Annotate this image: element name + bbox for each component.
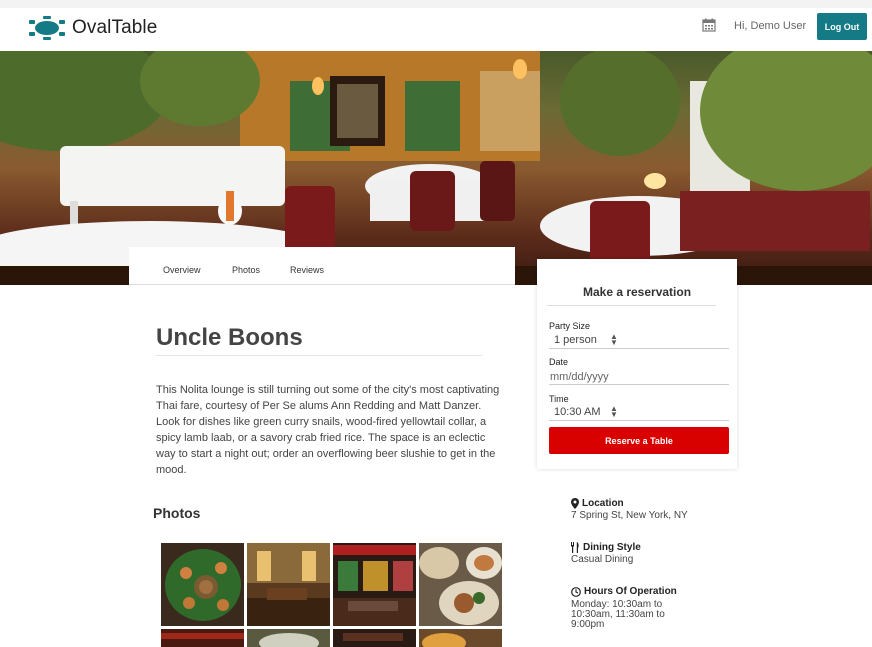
tab-photos[interactable]: Photos — [232, 265, 260, 275]
utensils-icon — [571, 542, 579, 553]
hours-label: Hours Of Operation — [584, 586, 677, 597]
restaurant-tabs: Overview Photos Reviews — [129, 247, 515, 285]
time-label: Time — [549, 394, 569, 404]
dining-style-label: Dining Style — [583, 542, 641, 553]
brand-name: OvalTable — [72, 17, 158, 38]
photo-thumbnail[interactable] — [333, 629, 416, 647]
title-divider — [156, 355, 482, 356]
spinner-arrows-icon: ▲ ▼ — [610, 404, 618, 419]
photo-thumbnail[interactable] — [247, 629, 330, 647]
hours-block: Hours Of Operation Monday: 10:30am to 10… — [571, 586, 677, 630]
map-marker-icon — [571, 498, 579, 509]
logo[interactable]: OvalTable — [28, 16, 157, 40]
date-placeholder: mm/dd/yyyy — [550, 371, 609, 383]
location-value: 7 Spring St, New York, NY — [571, 510, 688, 521]
time-select[interactable]: 10:30 AM ▲ ▼ — [549, 405, 729, 421]
clock-icon — [571, 586, 581, 597]
date-label: Date — [549, 357, 569, 367]
browser-top-strip — [0, 0, 872, 8]
dining-style-block: Dining Style Casual Dining — [571, 542, 641, 565]
party-size-select[interactable]: 1 person ▲ ▼ — [549, 333, 729, 349]
reservation-card: Make a reservation Party Size 1 person ▲… — [537, 259, 737, 469]
photo-thumbnail[interactable] — [333, 543, 416, 626]
location-block: Location 7 Spring St, New York, NY — [571, 498, 688, 521]
logout-button[interactable]: Log Out — [817, 13, 867, 40]
tab-overview[interactable]: Overview — [163, 265, 201, 275]
user-greeting: Hi, Demo User — [734, 20, 807, 32]
hours-line: 9:00pm — [571, 619, 605, 630]
restaurant-description: This Nolita lounge is still turning out … — [156, 384, 500, 476]
location-label: Location — [582, 498, 624, 509]
restaurant-name: Uncle Boons — [156, 324, 303, 351]
date-input[interactable]: mm/dd/yyyy — [549, 369, 729, 385]
dining-style-value: Casual Dining — [571, 554, 634, 565]
reservation-divider — [547, 305, 716, 306]
photo-thumbnail[interactable] — [247, 543, 330, 626]
photo-thumbnail[interactable] — [161, 629, 244, 647]
reserve-table-button[interactable]: Reserve a Table — [549, 427, 729, 454]
photos-heading: Photos — [153, 505, 201, 521]
reservation-title: Make a reservation — [582, 285, 692, 299]
spinner-arrows-icon: ▲ ▼ — [610, 332, 618, 347]
navbar: OvalTable Hi, Demo User Log Out — [0, 8, 872, 51]
photo-thumbnail[interactable] — [161, 543, 244, 626]
photo-thumbnail[interactable] — [419, 543, 502, 626]
oval-table-logo-icon — [29, 16, 65, 40]
time-value: 10:30 AM — [554, 406, 601, 418]
calendar-icon[interactable] — [702, 18, 716, 32]
tab-reviews[interactable]: Reviews — [290, 265, 324, 275]
party-size-value: 1 person — [554, 334, 597, 346]
photo-thumbnail[interactable] — [419, 629, 502, 647]
party-size-label: Party Size — [549, 321, 591, 331]
